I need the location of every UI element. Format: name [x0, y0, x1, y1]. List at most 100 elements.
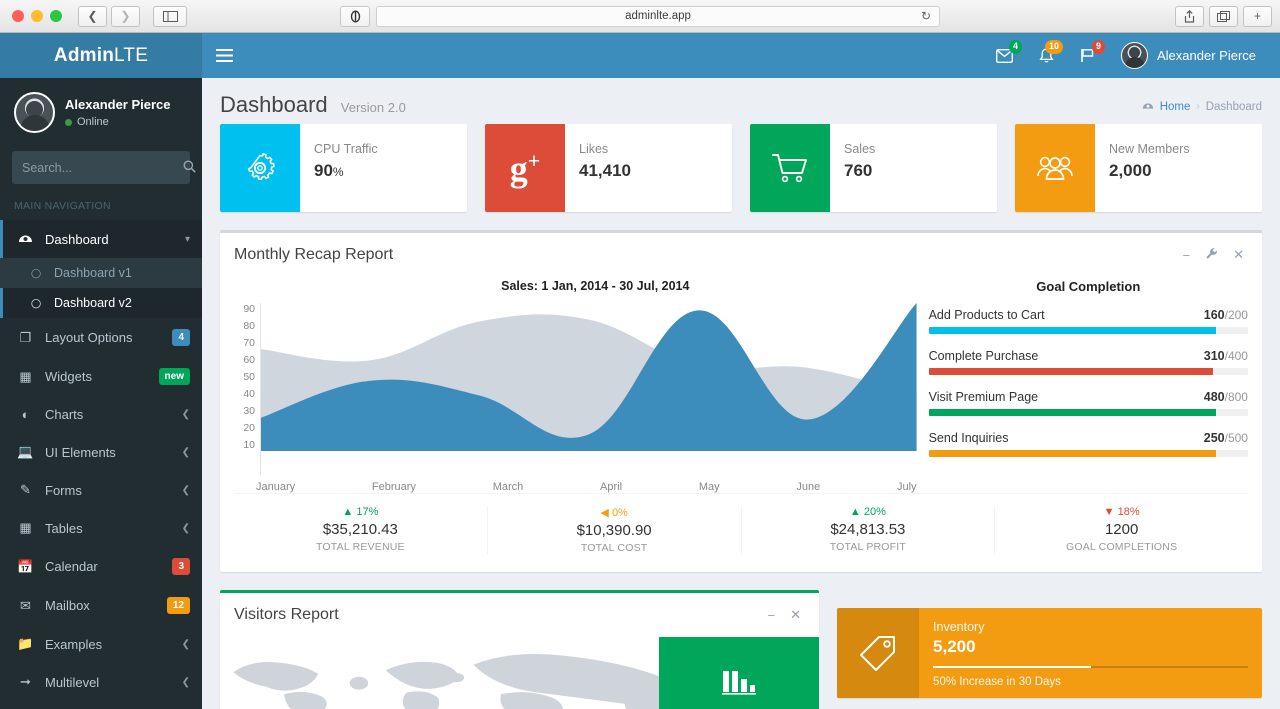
info-boxes-row: CPU Traffic 90% g+ Likes 41,410 — [220, 124, 1262, 212]
sidebar-item-label: Layout Options — [45, 330, 161, 345]
users-icon — [1015, 124, 1095, 212]
search-button[interactable] — [183, 160, 196, 176]
search-input[interactable] — [22, 161, 183, 175]
sidebar-item-forms[interactable]: ✎ Forms ❮ — [0, 471, 202, 509]
widgets-column: Inventory 5,200 50% Increase in 30 Days — [837, 590, 1262, 709]
sidebar-item-dashboard[interactable]: Dashboard ▾ — [0, 220, 202, 258]
chevron-left-icon: ❮ — [182, 485, 190, 496]
tabs-overview-button[interactable] — [1209, 6, 1238, 27]
progress-track — [929, 327, 1248, 334]
sidebar-item-charts[interactable]: ◐ Charts ❮ — [0, 396, 202, 433]
maximize-window-button[interactable] — [50, 10, 62, 22]
sidebar-badge-layout-options: 4 — [172, 329, 190, 346]
goal-item-add-products: Add Products to Cart 160/200 — [929, 308, 1248, 334]
y-tick: 80 — [234, 320, 255, 332]
top-navbar: 4 10 9 Al — [202, 33, 1280, 78]
goal-head: Visit Premium Page 480/800 — [929, 390, 1248, 404]
sales-area-chart[interactable]: 90 80 70 60 50 40 30 20 10 — [234, 303, 917, 475]
dashboard-icon — [1142, 100, 1154, 113]
dashboard-icon — [17, 231, 34, 247]
sidebar-link-tables[interactable]: ▦ Tables ❮ — [0, 509, 202, 547]
user-menu-button[interactable]: Alexander Pierce — [1109, 42, 1264, 69]
goal-item-visit-premium: Visit Premium Page 480/800 — [929, 390, 1248, 416]
stat-percent: 18% — [1118, 506, 1140, 518]
app-logo[interactable]: AdminLTE — [0, 33, 202, 78]
sidebar-link-charts[interactable]: ◐ Charts ❮ — [0, 396, 202, 433]
sidebar-item-calendar[interactable]: 📅 Calendar 3 — [0, 547, 202, 586]
tasks-menu-button[interactable]: 9 — [1067, 33, 1109, 78]
avatar — [14, 92, 55, 133]
sidebar-sublink-v2[interactable]: ◯ Dashboard v2 — [0, 288, 202, 318]
sidebar-search[interactable] — [12, 151, 190, 184]
recap-stats-footer: ▲ 17% $35,210.43 TOTAL REVENUE ◀ 0% $10,… — [234, 493, 1248, 564]
sidebar-toggle-button[interactable] — [153, 6, 187, 27]
sidebar-subitem-dashboard-v1[interactable]: ◯ Dashboard v1 — [0, 258, 202, 288]
envelope-icon: ✉ — [17, 598, 34, 614]
settings-wrench-button[interactable] — [1199, 245, 1224, 265]
messages-menu-button[interactable]: 4 — [983, 33, 1026, 78]
sidebar-item-multilevel[interactable]: ➞ Multilevel ❮ — [0, 663, 202, 701]
breadcrumb-home-link[interactable]: Home — [1160, 101, 1191, 113]
google-plus-icon: g+ — [485, 124, 565, 212]
sidebar-item-widgets[interactable]: ▦ Widgets new — [0, 357, 202, 396]
sidebar-badge-widgets: new — [159, 368, 190, 385]
close-button[interactable]: ✕ — [1227, 245, 1250, 265]
sidebar-sublink-v1[interactable]: ◯ Dashboard v1 — [0, 258, 202, 288]
sidebar-subitem-dashboard-v2[interactable]: ◯ Dashboard v2 — [0, 288, 202, 318]
sidebar-link-ui-elements[interactable]: 💻 UI Elements ❮ — [0, 433, 202, 471]
progress-track — [929, 450, 1248, 457]
sidebar-link-widgets[interactable]: ▦ Widgets new — [0, 357, 202, 396]
forward-button[interactable]: ❯ — [111, 6, 140, 27]
table-icon: ▦ — [17, 520, 34, 536]
sidebar-badge-calendar: 3 — [172, 558, 190, 575]
monthly-recap-header: Monthly Recap Report − ✕ — [220, 233, 1262, 277]
reload-icon[interactable]: ↻ — [921, 9, 931, 23]
sidebar-item-tables[interactable]: ▦ Tables ❮ — [0, 509, 202, 547]
box-title: Visitors Report — [234, 606, 339, 624]
sidebar-item-layout-options[interactable]: ❐ Layout Options 4 — [0, 318, 202, 357]
sidebar-link-multilevel[interactable]: ➞ Multilevel ❮ — [0, 663, 202, 701]
back-button[interactable]: ❮ — [78, 6, 107, 27]
tasks-badge: 9 — [1092, 40, 1105, 54]
sidebar-link-layout-options[interactable]: ❐ Layout Options 4 — [0, 318, 202, 357]
chevron-left-icon: ❮ — [182, 639, 190, 650]
collapse-button[interactable]: − — [762, 605, 782, 625]
close-button[interactable]: ✕ — [784, 605, 807, 625]
sidebar-item-mailbox[interactable]: ✉ Mailbox 12 — [0, 586, 202, 625]
close-window-button[interactable] — [12, 10, 24, 22]
sidebar-link-forms[interactable]: ✎ Forms ❮ — [0, 471, 202, 509]
url-input[interactable]: adminlte.app ↻ — [376, 6, 940, 27]
sidebar-link-mailbox[interactable]: ✉ Mailbox 12 — [0, 586, 202, 625]
world-map-body[interactable]: 8390 — [220, 637, 819, 709]
goal-item-complete-purchase: Complete Purchase 310/400 — [929, 349, 1248, 375]
sidebar-item-ui-elements[interactable]: 💻 UI Elements ❮ — [0, 433, 202, 471]
sidebar-item-label: Widgets — [45, 369, 148, 384]
sidebar-link-calendar[interactable]: 📅 Calendar 3 — [0, 547, 202, 586]
collapse-button[interactable]: − — [1177, 245, 1197, 265]
goal-current: 480 — [1204, 390, 1225, 404]
info-box-likes[interactable]: g+ Likes 41,410 — [485, 124, 732, 212]
privacy-shield-icon — [349, 10, 362, 23]
sidebar-user-status: Online — [65, 116, 171, 128]
share-button[interactable] — [1175, 6, 1204, 27]
sidebar-toggle-button[interactable] — [202, 33, 247, 78]
chevron-left-icon: ❮ — [182, 447, 190, 458]
privacy-shield-button[interactable] — [340, 6, 370, 27]
messages-badge: 4 — [1009, 40, 1022, 54]
new-tab-button[interactable]: + — [1243, 6, 1272, 27]
goal-completion-title: Goal Completion — [929, 279, 1248, 294]
info-box-cpu-traffic[interactable]: CPU Traffic 90% — [220, 124, 467, 212]
info-box-content: New Members 2,000 — [1095, 124, 1200, 212]
widget-inventory[interactable]: Inventory 5,200 50% Increase in 30 Days — [837, 608, 1262, 698]
sidebar-item-label: Multilevel — [45, 675, 171, 690]
sidebar-item-examples[interactable]: 📁 Examples ❮ — [0, 625, 202, 663]
sidebar-link-examples[interactable]: 📁 Examples ❮ — [0, 625, 202, 663]
info-box-new-members[interactable]: New Members 2,000 — [1015, 124, 1262, 212]
info-box-sales[interactable]: Sales 760 — [750, 124, 997, 212]
info-box-label: CPU Traffic — [314, 142, 378, 156]
notifications-menu-button[interactable]: 10 — [1026, 33, 1067, 78]
sidebar-link-dashboard[interactable]: Dashboard ▾ — [0, 220, 202, 258]
x-tick: May — [699, 481, 720, 493]
info-box-content: CPU Traffic 90% — [300, 124, 388, 212]
minimize-window-button[interactable] — [31, 10, 43, 22]
